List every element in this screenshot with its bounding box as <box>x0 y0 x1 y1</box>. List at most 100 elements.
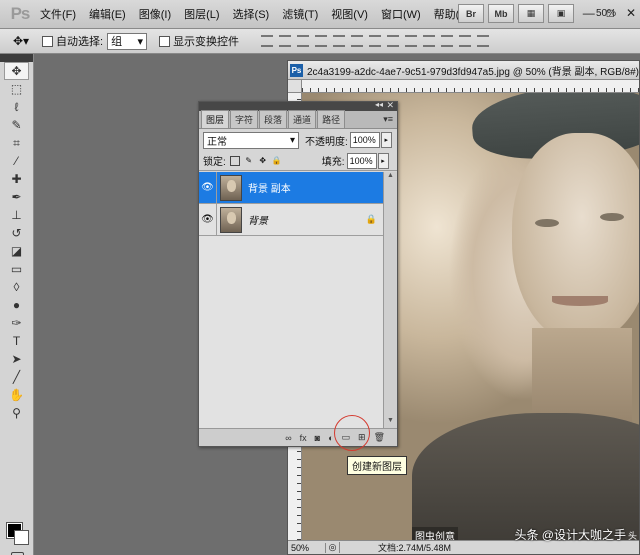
minibridge-button[interactable]: Mb <box>488 4 514 23</box>
zoom-tool-icon[interactable]: ⚲ <box>0 404 33 422</box>
auto-align-icon[interactable] <box>477 35 490 47</box>
menu-layer[interactable]: 图层(L) <box>184 6 219 22</box>
image-watermark-edge: 头 <box>627 531 637 540</box>
hand-tool-icon[interactable]: ✋ <box>0 386 33 404</box>
link-layers-icon[interactable]: ∞ <box>285 433 291 443</box>
document-tab[interactable]: Ps 2c4a3199-a2dc-4ae7-9c51-979d3fd947a5.… <box>288 61 639 80</box>
opacity-input[interactable]: 100% <box>349 132 380 148</box>
menu-file[interactable]: 文件(F) <box>40 6 76 22</box>
menu-filter[interactable]: 滤镜(T) <box>282 6 318 22</box>
history-brush-icon[interactable]: ↺ <box>0 224 33 242</box>
move-tool-preset-icon[interactable]: ✥▾ <box>0 34 42 48</box>
options-bar: ✥▾ 自动选择: 组 ▾ 显示变换控件 <box>0 29 640 54</box>
minimize-icon[interactable]: — <box>583 6 595 20</box>
layers-scrollbar[interactable]: ▲ ▼ <box>383 172 397 429</box>
maximize-icon[interactable]: □ <box>607 6 614 20</box>
corner-watermark: 头条 @设计大咖之手 <box>514 528 626 542</box>
layer-row-background[interactable]: 👁 背景 🔒 <box>199 203 385 236</box>
blend-mode-dropdown[interactable]: 正常 ▾ <box>203 131 299 149</box>
visibility-eye-icon[interactable]: 👁 <box>199 171 217 204</box>
crop-tool-icon[interactable]: ⌗ <box>0 134 33 152</box>
layer-row-background-copy[interactable]: 👁 背景 副本 <box>199 171 385 204</box>
distribute-hcenter-icon[interactable] <box>441 35 454 47</box>
background-color-swatch[interactable] <box>14 530 29 545</box>
tab-paths[interactable]: 路径 <box>317 110 346 128</box>
view-extras-icon[interactable]: ▦ <box>518 4 544 23</box>
marquee-tool-icon[interactable]: ⬚ <box>0 80 33 98</box>
fill-label: 填充: <box>321 157 345 168</box>
align-right-icon[interactable] <box>351 35 364 47</box>
align-hcenter-icon[interactable] <box>333 35 346 47</box>
opacity-slider-button[interactable]: ▸ <box>380 132 392 148</box>
healing-brush-icon[interactable]: ✚ <box>0 170 33 188</box>
bridge-button[interactable]: Br <box>458 4 484 23</box>
distribute-top-icon[interactable] <box>369 35 382 47</box>
fill-input[interactable]: 100% <box>346 152 377 169</box>
menu-window[interactable]: 窗口(W) <box>381 6 421 22</box>
menu-select[interactable]: 选择(S) <box>233 6 270 22</box>
tab-character[interactable]: 字符 <box>230 110 259 128</box>
panel-close-icon[interactable]: ✕ <box>386 100 394 111</box>
dodge-tool-icon[interactable]: ● <box>0 296 33 314</box>
tab-paragraph[interactable]: 段落 <box>259 110 288 128</box>
photo-face <box>512 133 639 343</box>
menu-edit[interactable]: 编辑(E) <box>89 6 126 22</box>
tools-panel: ✥ ⬚ ℓ ✎ ⌗ ⁄ ✚ ✒ ⊥ ↺ ◪ ▭ ◊ ● ✑ T ➤ ╱ ✋ ⚲ <box>0 54 34 555</box>
horizontal-ruler[interactable] <box>302 80 639 93</box>
panel-tabs: 图层 字符 段落 通道 路径 ▾≡ <box>199 110 397 129</box>
eraser-tool-icon[interactable]: ◪ <box>0 242 33 260</box>
align-vcenter-icon[interactable] <box>279 35 292 47</box>
move-tool-icon[interactable]: ✥ <box>4 62 29 80</box>
gradient-tool-icon[interactable]: ▭ <box>0 260 33 278</box>
photo-mouth <box>552 296 608 306</box>
arrange-documents-icon[interactable]: ▣ <box>548 4 574 23</box>
lasso-tool-icon[interactable]: ℓ <box>0 98 33 116</box>
adjustment-layer-icon[interactable]: ◐ <box>328 433 333 443</box>
eyedropper-tool-icon[interactable]: ⁄ <box>0 152 33 170</box>
app-logo: Ps <box>10 4 31 23</box>
lock-position-icon[interactable]: ✥ <box>258 156 268 166</box>
layer-style-fx-icon[interactable]: fx <box>300 433 307 443</box>
collapse-icon[interactable]: ◂◂ <box>375 100 383 109</box>
layer-name: 背景 副本 <box>248 184 291 195</box>
brush-tool-icon[interactable]: ✒ <box>0 188 33 206</box>
align-left-icon[interactable] <box>315 35 328 47</box>
tab-layers[interactable]: 图层 <box>201 110 230 128</box>
lock-transparent-icon[interactable] <box>229 155 240 166</box>
path-select-icon[interactable]: ➤ <box>0 350 33 368</box>
show-transform-checkbox[interactable] <box>159 35 171 47</box>
quick-select-tool-icon[interactable]: ✎ <box>0 116 33 134</box>
distribute-bottom-icon[interactable] <box>405 35 418 47</box>
scroll-up-icon[interactable]: ▲ <box>384 172 397 184</box>
line-tool-icon[interactable]: ╱ <box>0 368 33 386</box>
type-tool-icon[interactable]: T <box>0 332 33 350</box>
fill-slider-button[interactable]: ▸ <box>377 152 389 169</box>
auto-select-checkbox[interactable] <box>42 35 53 47</box>
menu-image[interactable]: 图像(I) <box>139 6 171 22</box>
tools-grip[interactable] <box>0 54 33 62</box>
tab-channels[interactable]: 通道 <box>288 110 317 128</box>
status-zoom[interactable]: 50% <box>288 542 326 553</box>
menu-view[interactable]: 视图(V) <box>331 6 368 22</box>
distribute-right-icon[interactable] <box>459 35 472 47</box>
add-mask-icon[interactable]: ◙ <box>315 433 320 443</box>
distribute-left-icon[interactable] <box>423 35 436 47</box>
clone-stamp-icon[interactable]: ⊥ <box>0 206 33 224</box>
layer-name: 背景 <box>248 216 268 227</box>
lock-all-icon[interactable]: 🔒 <box>272 156 282 166</box>
photo-right-eye <box>600 213 624 221</box>
status-nav-icon[interactable]: ◎ <box>326 542 340 553</box>
ruler-origin[interactable] <box>288 80 302 93</box>
blur-tool-icon[interactable]: ◊ <box>0 278 33 296</box>
align-top-icon[interactable] <box>261 35 274 47</box>
visibility-eye-icon[interactable]: 👁 <box>199 203 217 236</box>
layers-panel: ◂◂ ✕ 图层 字符 段落 通道 路径 ▾≡ 正常 ▾ 不透明度: 100% ▸ … <box>198 100 398 447</box>
distribute-vcenter-icon[interactable] <box>387 35 400 47</box>
lock-pixels-icon[interactable]: ✎ <box>244 156 254 166</box>
panel-menu-icon[interactable]: ▾≡ <box>383 114 393 125</box>
delete-layer-icon[interactable]: 🗑 <box>374 432 385 443</box>
align-bottom-icon[interactable] <box>297 35 310 47</box>
pen-tool-icon[interactable]: ✑ <box>0 314 33 332</box>
close-icon[interactable]: ✕ <box>626 6 636 20</box>
auto-select-dropdown[interactable]: 组 ▾ <box>107 32 148 50</box>
